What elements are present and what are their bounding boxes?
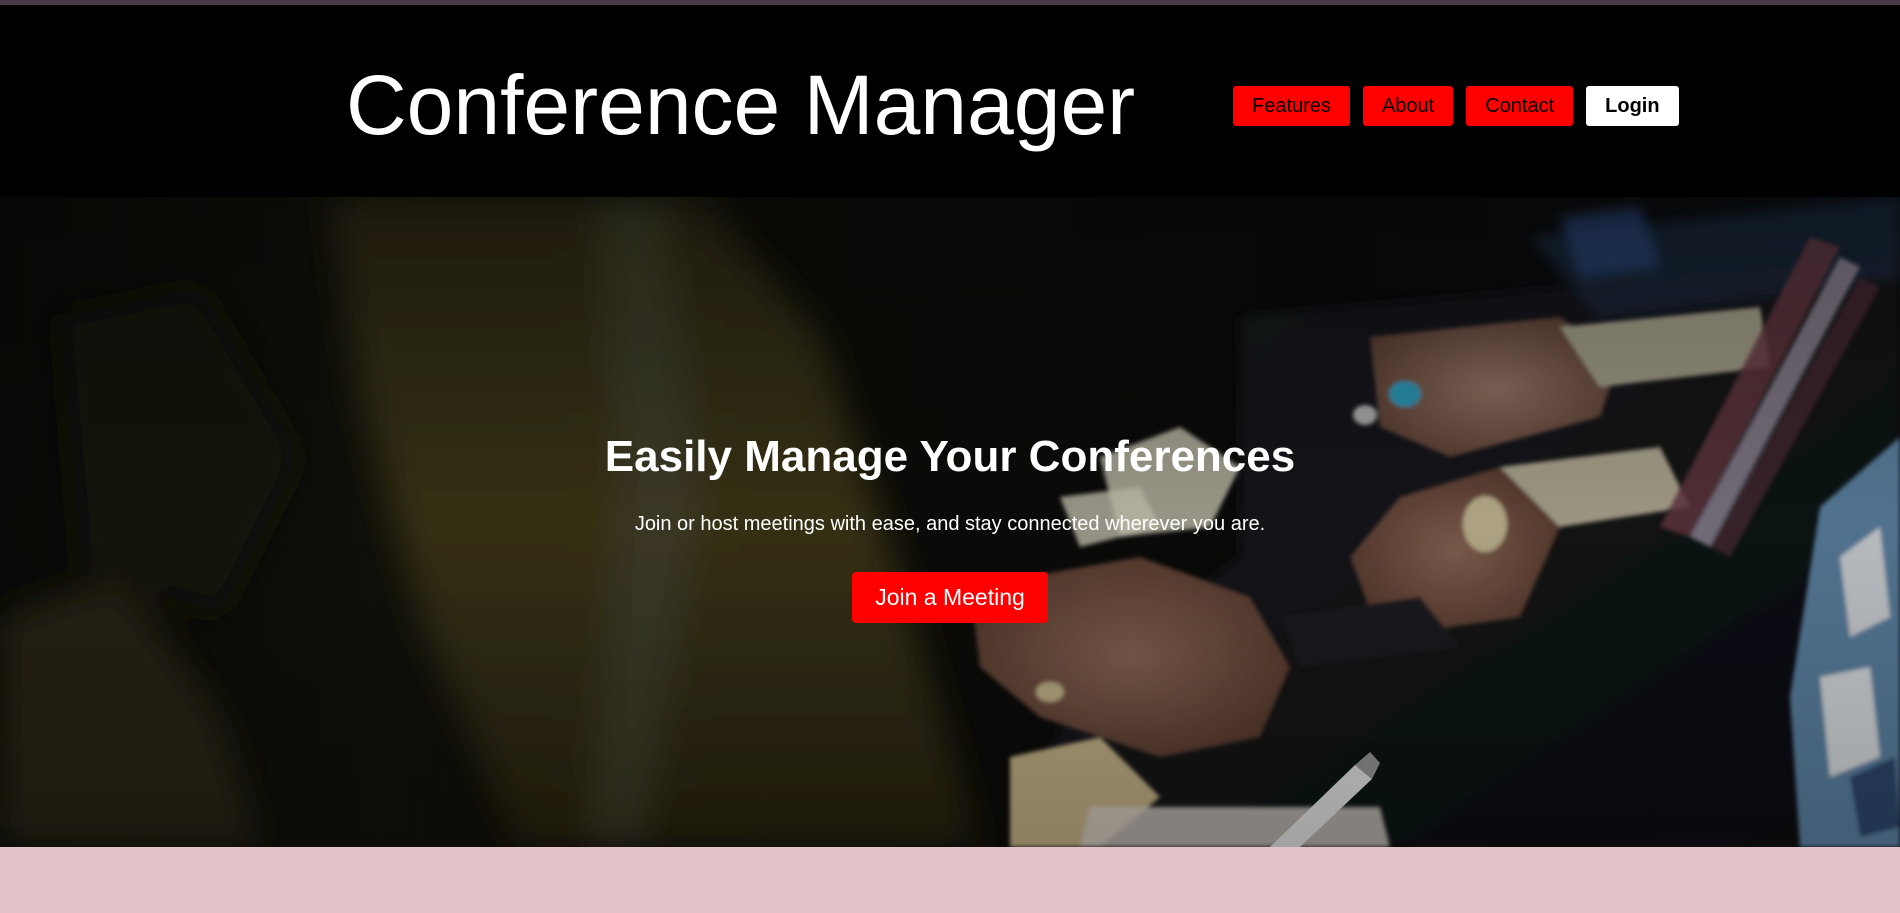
- main-nav: Features About Contact Login: [1233, 86, 1679, 126]
- hero-section: Easily Manage Your Conferences Join or h…: [0, 197, 1900, 847]
- hero-heading: Easily Manage Your Conferences: [604, 432, 1296, 481]
- nav-contact-button[interactable]: Contact: [1466, 86, 1574, 126]
- page-bottom-band: [0, 847, 1900, 913]
- hero-subheading: Join or host meetings with ease, and sta…: [634, 513, 1266, 535]
- login-button[interactable]: Login: [1586, 86, 1679, 126]
- site-header: Conference Manager Features About Contac…: [0, 5, 1900, 197]
- nav-about-button[interactable]: About: [1362, 86, 1454, 126]
- site-title: Conference Manager: [346, 58, 1136, 152]
- hero-content: Easily Manage Your Conferences Join or h…: [0, 197, 1900, 847]
- nav-features-button[interactable]: Features: [1233, 86, 1350, 126]
- join-meeting-button[interactable]: Join a Meeting: [852, 572, 1048, 623]
